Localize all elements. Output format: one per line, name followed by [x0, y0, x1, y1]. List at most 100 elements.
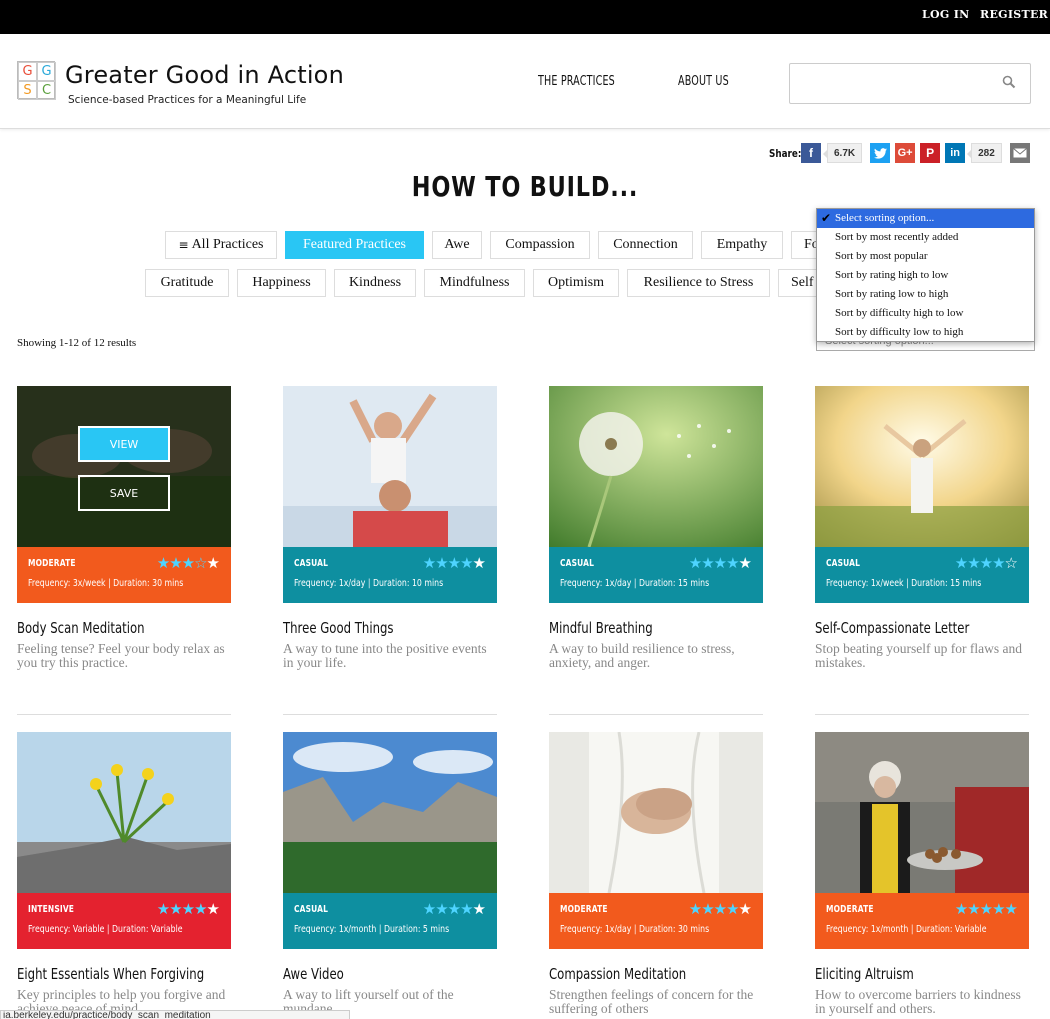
practice-title[interactable]: Eliciting Altruism	[815, 965, 982, 983]
difficulty-label: INTENSIVE	[28, 904, 75, 915]
nav-about-us[interactable]: ABOUT US	[678, 74, 729, 89]
practice-card[interactable]: CASUAL ★★★★★ Frequency: 1x/day | Duratio…	[283, 386, 497, 670]
save-button[interactable]: SAVE	[78, 475, 170, 511]
site-tagline: Science-based Practices for a Meaningful…	[68, 94, 307, 106]
view-button[interactable]: VIEW	[78, 426, 170, 462]
practice-title[interactable]: Three Good Things	[283, 619, 450, 637]
practice-card[interactable]: MODERATE ★★★★★ Frequency: 1x/month | Dur…	[815, 732, 1029, 1016]
practice-image[interactable]	[283, 386, 497, 547]
practice-card[interactable]: CASUAL ★★★★★ Frequency: 1x/day | Duratio…	[549, 386, 763, 670]
frequency-duration: Frequency: 1x/month | Duration: Variable	[826, 924, 987, 935]
practice-description: A way to tune into the positive events i…	[283, 641, 487, 670]
practice-description: A way to build resilience to stress, anx…	[549, 641, 735, 670]
share-label: Share:	[769, 146, 802, 160]
difficulty-label: CASUAL	[294, 904, 329, 915]
practice-info-band: CASUAL ★★★★★ Frequency: 1x/day | Duratio…	[283, 547, 497, 603]
sort-option[interactable]: Sort by difficulty low to high	[817, 323, 1034, 342]
checkmark-icon: ✔	[821, 211, 832, 225]
email-icon[interactable]	[1009, 143, 1030, 163]
practice-title[interactable]: Self-Compassionate Letter	[815, 619, 982, 637]
sort-option[interactable]: Sort by difficulty high to low	[817, 304, 1034, 323]
facebook-share-count: 6.7K	[822, 143, 863, 163]
practice-info-band: MODERATE ★★★★★ Frequency: 1x/day | Durat…	[549, 893, 763, 949]
difficulty-label: CASUAL	[826, 558, 861, 569]
filter-connection[interactable]: Connection	[598, 231, 693, 259]
filter-mindfulness[interactable]: Mindfulness	[424, 269, 525, 297]
sort-option[interactable]: Sort by most recently added	[817, 228, 1034, 247]
practice-title[interactable]: Awe Video	[283, 965, 450, 983]
filter-compassion[interactable]: Compassion	[490, 231, 590, 259]
google-plus-icon[interactable]: G+	[895, 143, 916, 163]
filter-all-practices[interactable]: ≡ All Practices	[165, 231, 277, 259]
frequency-duration: Frequency: 3x/week | Duration: 30 mins	[28, 578, 184, 589]
login-link[interactable]: LOG IN	[922, 8, 970, 21]
sort-option[interactable]: Sort by most popular	[817, 247, 1034, 266]
rating-stars-icon: ★★★☆★	[156, 554, 220, 572]
rating-stars-icon: ★★★★★	[688, 900, 752, 918]
practice-title[interactable]: Eight Essentials When Forgiving	[17, 965, 204, 983]
register-link[interactable]: REGISTER	[980, 8, 1048, 21]
filter-featured-practices[interactable]: Featured Practices	[285, 231, 424, 259]
practice-info-band: CASUAL ★★★★☆ Frequency: 1x/week | Durati…	[815, 547, 1029, 603]
frequency-duration: Frequency: 1x/week | Duration: 15 mins	[826, 578, 982, 589]
difficulty-label: MODERATE	[826, 904, 874, 915]
difficulty-label: CASUAL	[560, 558, 595, 569]
twitter-icon[interactable]	[870, 143, 891, 163]
logo-letter: S	[18, 81, 37, 100]
search-input[interactable]	[790, 64, 990, 102]
logo-icon[interactable]: G G S C	[17, 61, 56, 100]
pinterest-icon[interactable]: P	[920, 143, 941, 163]
filter-kindness[interactable]: Kindness	[334, 269, 416, 297]
practice-card[interactable]: VIEW SAVE MODERATE ★★★☆★ Frequency: 3x/w…	[17, 386, 231, 670]
logo-letter: G	[37, 62, 56, 81]
practice-image[interactable]	[815, 732, 1029, 893]
site-header: G G S C Greater Good in Action Science-b…	[0, 34, 1050, 129]
logo-letter: C	[37, 81, 56, 100]
practice-info-band: MODERATE ★★★☆★ Frequency: 3x/week | Dura…	[17, 547, 231, 603]
filter-gratitude[interactable]: Gratitude	[145, 269, 229, 297]
practice-title[interactable]: Compassion Meditation	[549, 965, 716, 983]
practice-description: How to overcome barriers to kindness in …	[815, 987, 1021, 1016]
logo-letter: G	[18, 62, 37, 81]
filter-happiness[interactable]: Happiness	[237, 269, 326, 297]
frequency-duration: Frequency: 1x/month | Duration: 5 mins	[294, 924, 450, 935]
practice-card[interactable]: CASUAL ★★★★☆ Frequency: 1x/week | Durati…	[815, 386, 1029, 670]
practice-image[interactable]: VIEW SAVE	[17, 386, 231, 547]
frequency-duration: Frequency: 1x/day | Duration: 30 mins	[560, 924, 710, 935]
practice-image[interactable]	[549, 732, 763, 893]
practice-title[interactable]: Body Scan Meditation	[17, 619, 184, 637]
filter-awe[interactable]: Awe	[432, 231, 482, 259]
linkedin-icon[interactable]: in	[945, 143, 966, 163]
rating-stars-icon: ★★★★★	[156, 900, 220, 918]
practice-card[interactable]: INTENSIVE ★★★★★ Frequency: Variable | Du…	[17, 732, 231, 1016]
sort-option[interactable]: ✔ Select sorting option...	[817, 209, 1034, 228]
filter-resilience-to-stress[interactable]: Resilience to Stress	[627, 269, 770, 297]
results-count: Showing 1-12 of 12 results	[17, 337, 137, 349]
practice-card[interactable]: MODERATE ★★★★★ Frequency: 1x/day | Durat…	[549, 732, 763, 1016]
practice-info-band: INTENSIVE ★★★★★ Frequency: Variable | Du…	[17, 893, 231, 949]
filter-optimism[interactable]: Optimism	[533, 269, 619, 297]
site-title[interactable]: Greater Good in Action	[65, 61, 344, 89]
linkedin-share-count: 282	[967, 143, 1002, 163]
frequency-duration: Frequency: Variable | Duration: Variable	[28, 924, 183, 935]
practice-image[interactable]	[815, 386, 1029, 547]
practice-image[interactable]	[549, 386, 763, 547]
divider	[549, 714, 763, 715]
practice-info-band: CASUAL ★★★★★ Frequency: 1x/day | Duratio…	[549, 547, 763, 603]
rating-stars-icon: ★★★★★	[954, 900, 1018, 918]
nav-the-practices[interactable]: THE PRACTICES	[538, 74, 615, 89]
rating-stars-icon: ★★★★★	[422, 900, 486, 918]
practice-card[interactable]: CASUAL ★★★★★ Frequency: 1x/month | Durat…	[283, 732, 497, 1016]
frequency-duration: Frequency: 1x/day | Duration: 10 mins	[294, 578, 444, 589]
practice-image[interactable]	[17, 732, 231, 893]
facebook-icon[interactable]: f	[801, 143, 821, 163]
rating-stars-icon: ★★★★★	[688, 554, 752, 572]
menu-icon: ≡	[178, 238, 189, 252]
sort-option[interactable]: Sort by rating high to low	[817, 266, 1034, 285]
practice-image[interactable]	[283, 732, 497, 893]
practice-title[interactable]: Mindful Breathing	[549, 619, 716, 637]
filter-empathy[interactable]: Empathy	[701, 231, 783, 259]
search-icon[interactable]	[1002, 75, 1016, 89]
sort-option[interactable]: Sort by rating low to high	[817, 285, 1034, 304]
difficulty-label: MODERATE	[28, 558, 76, 569]
